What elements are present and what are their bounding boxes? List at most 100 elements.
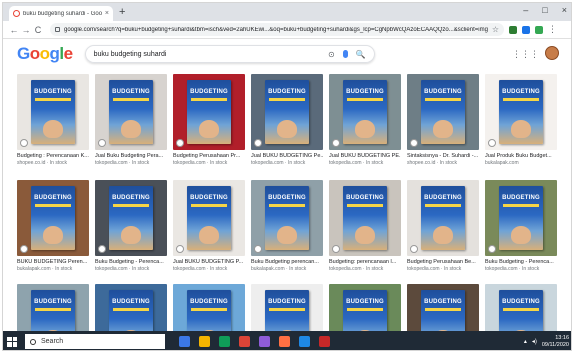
image-result[interactable]: BUDGETING Budgeting: perencanaan l... toko…	[329, 180, 401, 272]
minimize-button[interactable]: –	[523, 5, 528, 15]
image-thumbnail[interactable]: BUDGETING	[95, 180, 167, 256]
extension-icon[interactable]	[522, 25, 530, 34]
camera-search-icon[interactable]: ⊙	[328, 50, 335, 59]
image-result[interactable]: BUDGETING	[17, 284, 89, 331]
image-result[interactable]: BUDGETING Budgeting Perusahaan Pr... tokop…	[173, 74, 245, 166]
back-button[interactable]: ←	[8, 25, 20, 35]
image-result[interactable]: BUDGETING Jual BUKU BUDGETING PE... tokope…	[329, 74, 401, 166]
taskbar-app-icon[interactable]	[199, 336, 210, 347]
close-window-button[interactable]: ×	[562, 5, 567, 15]
image-result-source[interactable]: bukalapak.com · In stock	[17, 266, 89, 272]
image-result-source[interactable]: shopee.co.id · In stock	[17, 160, 89, 166]
image-result-title[interactable]: Jual Produk Buku Budget...	[485, 153, 557, 159]
image-thumbnail[interactable]: BUDGETING	[407, 284, 479, 331]
microphone-icon[interactable]	[342, 50, 348, 58]
maximize-button[interactable]: □	[542, 5, 547, 15]
taskbar-app-icon[interactable]	[319, 336, 330, 347]
image-result-title[interactable]: Sintaksisnya - Dr. Suhardi -...	[407, 153, 479, 159]
image-result-title[interactable]: BUKU BUDGETING Peren...	[17, 259, 89, 265]
avatar[interactable]	[545, 46, 559, 60]
network-icon[interactable]: ▴	[524, 338, 527, 345]
taskbar-app-icon[interactable]	[179, 336, 190, 347]
image-result-source[interactable]: tokopedia.com · In stock	[407, 266, 479, 272]
taskbar-app-icon[interactable]	[259, 336, 270, 347]
image-result-title[interactable]: Jual BUKU BUDGETING PE...	[329, 153, 401, 159]
image-thumbnail[interactable]: BUDGETING	[251, 74, 323, 150]
image-thumbnail[interactable]: BUDGETING	[407, 74, 479, 150]
image-thumbnail[interactable]: BUDGETING	[17, 74, 89, 150]
search-box[interactable]: buku budgeting suhardi ⊙ 🔍	[84, 45, 375, 63]
image-thumbnail[interactable]: BUDGETING	[173, 180, 245, 256]
image-result-source[interactable]: shopee.co.id · In stock	[407, 160, 479, 166]
image-result[interactable]: BUDGETING	[329, 284, 401, 331]
image-thumbnail[interactable]: BUDGETING	[485, 284, 557, 331]
image-result-source[interactable]: tokopedia.com · In stock	[173, 160, 245, 166]
browser-menu-icon[interactable]: ⋮	[548, 24, 557, 35]
google-apps-icon[interactable]: ⋮⋮⋮	[512, 49, 539, 60]
address-bar[interactable]: google.com/search?q=buku+budgeting+suhar…	[50, 23, 504, 36]
image-thumbnail[interactable]: BUDGETING	[17, 180, 89, 256]
image-result[interactable]: BUDGETING	[251, 284, 323, 331]
image-result[interactable]: BUDGETING Budgeting : Perencanaan K... sho…	[17, 74, 89, 166]
image-thumbnail[interactable]: BUDGETING	[173, 284, 245, 331]
image-result[interactable]: BUDGETING	[173, 284, 245, 331]
image-thumbnail[interactable]: BUDGETING	[329, 74, 401, 150]
image-result[interactable]: BUDGETING Jual BUKU BUDGETING P... tokoped…	[173, 180, 245, 272]
bookmark-star-icon[interactable]: ☆	[492, 25, 499, 34]
image-result[interactable]: BUDGETING Jual Produk Buku Budget... bukal…	[485, 74, 557, 166]
image-result-source[interactable]: tokopedia.com · In stock	[173, 266, 245, 272]
image-thumbnail[interactable]: BUDGETING	[407, 180, 479, 256]
taskbar-search-box[interactable]: Search	[25, 334, 165, 349]
tab-close-icon[interactable]: ×	[105, 10, 109, 17]
image-result-title[interactable]: Buku Budgeting perencan...	[251, 259, 323, 265]
image-result[interactable]: BUDGETING	[407, 284, 479, 331]
image-result[interactable]: BUDGETING Sintaksisnya - Dr. Suhardi -...…	[407, 74, 479, 166]
search-icon[interactable]: 🔍	[356, 50, 366, 59]
image-thumbnail[interactable]: BUDGETING	[95, 284, 167, 331]
image-result-source[interactable]: tokopedia.com · In stock	[485, 266, 557, 272]
reload-button[interactable]: C	[32, 25, 44, 35]
image-thumbnail[interactable]: BUDGETING	[251, 180, 323, 256]
google-logo[interactable]: Google	[17, 44, 73, 64]
image-result[interactable]: BUDGETING Jual Buku Budgeting Pera... toko…	[95, 74, 167, 166]
taskbar-app-icon[interactable]	[219, 336, 230, 347]
windows-start-icon[interactable]	[7, 336, 17, 347]
image-result-title[interactable]: Budgeting Perusahaan Pr...	[173, 153, 245, 159]
image-result-title[interactable]: Jual BUKU BUDGETING P...	[173, 259, 245, 265]
image-result-source[interactable]: tokopedia.com · In stock	[95, 160, 167, 166]
forward-button[interactable]: →	[20, 25, 32, 35]
image-thumbnail[interactable]: BUDGETING	[485, 74, 557, 150]
image-result-title[interactable]: Jual BUKU BUDGETING Pe...	[251, 153, 323, 159]
image-result-title[interactable]: Buku Budgeting - Perenca...	[95, 259, 167, 265]
image-thumbnail[interactable]: BUDGETING	[251, 284, 323, 331]
image-thumbnail[interactable]: BUDGETING	[485, 180, 557, 256]
extension-icon[interactable]	[509, 25, 517, 34]
browser-tab[interactable]: buku budgeting suhardi - Goog ×	[9, 6, 113, 21]
image-thumbnail[interactable]: BUDGETING	[329, 284, 401, 331]
new-tab-button[interactable]: +	[119, 6, 125, 18]
image-result-source[interactable]: tokopedia.com · In stock	[329, 266, 401, 272]
image-result[interactable]: BUDGETING Jual BUKU BUDGETING Pe... tokope…	[251, 74, 323, 166]
image-thumbnail[interactable]: BUDGETING	[17, 284, 89, 331]
image-result-source[interactable]: bukalapak.com	[485, 160, 557, 166]
extension-icon[interactable]	[535, 25, 543, 34]
image-result-source[interactable]: tokopedia.com · In stock	[251, 160, 323, 166]
taskbar-app-icon[interactable]	[279, 336, 290, 347]
image-result[interactable]: BUDGETING Buku Budgeting perencan... bukal…	[251, 180, 323, 272]
volume-icon[interactable]: ◂)	[532, 338, 537, 345]
image-thumbnail[interactable]: BUDGETING	[329, 180, 401, 256]
image-result-title[interactable]: Budgeting Perusahaan Be...	[407, 259, 479, 265]
image-result-source[interactable]: tokopedia.com · In stock	[329, 160, 401, 166]
image-result-source[interactable]: tokopedia.com · In stock	[95, 266, 167, 272]
image-result[interactable]: BUDGETING	[485, 284, 557, 331]
image-thumbnail[interactable]: BUDGETING	[95, 74, 167, 150]
taskbar-app-icon[interactable]	[299, 336, 310, 347]
taskbar-app-icon[interactable]	[239, 336, 250, 347]
search-input[interactable]: buku budgeting suhardi	[94, 51, 320, 58]
clock[interactable]: 13:16 09/11/2020	[542, 335, 569, 349]
image-result[interactable]: BUDGETING Buku Budgeting - Perenca... toko…	[485, 180, 557, 272]
image-result-title[interactable]: Budgeting: perencanaan l...	[329, 259, 401, 265]
image-result-title[interactable]: Buku Budgeting - Perenca...	[485, 259, 557, 265]
image-result-title[interactable]: Budgeting : Perencanaan K...	[17, 153, 89, 159]
image-result[interactable]: BUDGETING BUKU BUDGETING Peren... bukalapa…	[17, 180, 89, 272]
